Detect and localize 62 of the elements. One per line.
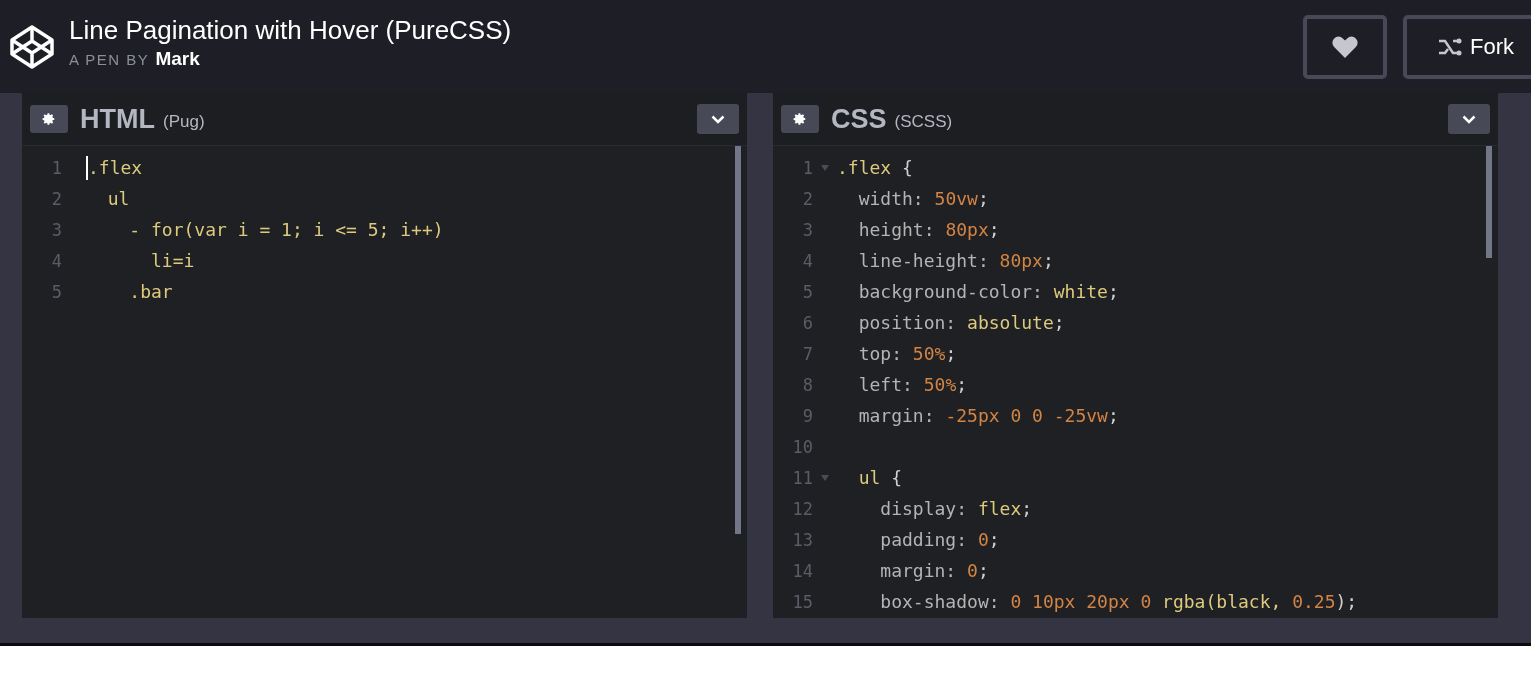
line-number: 2 [50, 188, 63, 209]
code-line: line-height: 80px; [857, 250, 1054, 271]
editor-syntax-label: (Pug) [163, 112, 205, 132]
code-line: display: flex; [879, 498, 1033, 519]
line-number: 2 [801, 188, 814, 209]
scrollbar[interactable] [735, 146, 741, 534]
line-number: 7 [801, 343, 814, 364]
code-line: li=i [150, 250, 195, 271]
line-number: 10 [791, 436, 814, 457]
scrollbar[interactable] [1486, 146, 1492, 258]
code-line: .flex { [837, 157, 913, 178]
settings-icon [42, 112, 56, 126]
code-line: padding: 0; [879, 529, 1000, 550]
line-number: 4 [801, 250, 814, 271]
code-line: .flex [88, 157, 143, 178]
line-number: 1 [773, 157, 837, 178]
code-line: background-color: white; [857, 281, 1119, 302]
heart-icon [1332, 35, 1358, 58]
like-button[interactable] [1303, 14, 1387, 79]
line-number: 4 [50, 250, 63, 271]
code-line: height: 80px; [857, 219, 1000, 240]
code-line: ul [106, 188, 130, 209]
line-number: 6 [801, 312, 814, 333]
editor-title: HTML [80, 103, 155, 135]
settings-button[interactable] [781, 105, 819, 133]
code-line: margin: -25px 0 0 -25vw; [857, 405, 1119, 426]
editor-title: CSS [831, 103, 887, 135]
code-line: ul { [857, 467, 903, 488]
line-number: 12 [791, 498, 814, 519]
line-number: 3 [801, 219, 814, 240]
caret-icon [1462, 114, 1476, 124]
line-number: 5 [50, 281, 63, 302]
cube-logo-icon[interactable] [9, 23, 55, 70]
byline-label: A PEN BY [69, 51, 150, 68]
code-line: - for(var i = 1; i <= 5; i++) [128, 219, 444, 240]
line-number: 3 [50, 219, 63, 240]
line-number: 14 [791, 560, 814, 581]
line-number: 15 [791, 591, 814, 612]
code-line: top: 50%; [857, 343, 957, 364]
line-number: 9 [801, 405, 814, 426]
code-line: width: 50vw; [857, 188, 989, 209]
code-line: .bar [128, 281, 173, 302]
collapse-button[interactable] [697, 104, 739, 134]
line-number: 13 [791, 529, 814, 550]
fork-button[interactable]: Fork [1403, 14, 1531, 79]
code-line: box-shadow: 0 10px 20px 0 rgba(black, 0.25); [879, 591, 1358, 612]
settings-icon [793, 112, 807, 126]
line-number: 11 [773, 467, 837, 488]
caret-icon [711, 114, 725, 124]
text-cursor [86, 155, 88, 180]
line-number: 5 [801, 281, 814, 302]
code-line: margin: 0; [879, 560, 989, 581]
collapse-button[interactable] [1448, 104, 1490, 134]
code-line: left: 50%; [857, 374, 968, 395]
fork-icon [1438, 37, 1462, 56]
editor-syntax-label: (SCSS) [894, 112, 953, 132]
pen-title: Line Pagination with Hover (PureCSS) [69, 15, 513, 46]
line-number: 1 [50, 157, 63, 178]
code-line: position: absolute; [857, 312, 1065, 333]
line-number: 8 [801, 374, 814, 395]
author-link[interactable]: Mark [155, 48, 200, 70]
settings-button[interactable] [30, 105, 68, 133]
